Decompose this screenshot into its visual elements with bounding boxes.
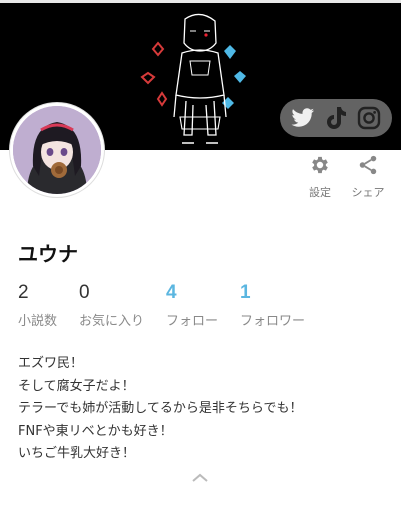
avatar[interactable]: [10, 103, 104, 197]
stat-following-value: 4: [166, 282, 177, 303]
banner-border: [0, 0, 401, 3]
tiktok-icon[interactable]: [323, 105, 349, 131]
share-label: シェア: [351, 186, 385, 199]
profile-name: ユウナ: [18, 242, 78, 266]
stat-novels-value: 2: [18, 282, 29, 303]
bio-line: エズワ民！: [18, 356, 84, 371]
gear-icon: [300, 152, 340, 178]
banner-illustration: [140, 13, 246, 144]
avatar-image: [13, 106, 101, 194]
stat-followers[interactable]: 1 フォロワー: [240, 282, 305, 329]
settings-label: 設定: [309, 186, 331, 199]
share-button[interactable]: シェア: [348, 152, 388, 200]
bio-line: いちご牛乳大好き！: [18, 446, 136, 461]
stat-following-label: フォロー: [166, 314, 219, 329]
stat-favorites-label: お気に入り: [79, 314, 145, 329]
share-icon: [348, 152, 388, 178]
collapse-bio-button[interactable]: [190, 470, 210, 484]
social-links: [280, 99, 392, 137]
settings-button[interactable]: 設定: [300, 152, 340, 200]
twitter-icon[interactable]: [290, 105, 316, 131]
stat-favorites[interactable]: 0 お気に入り: [79, 282, 144, 329]
bio-line: テラーでも姉が活動してるから是非そちらでも！: [18, 401, 303, 416]
stat-novels[interactable]: 2 小説数: [18, 282, 57, 329]
stat-following[interactable]: 4 フォロー: [166, 282, 218, 329]
stat-followers-value: 1: [240, 282, 251, 303]
chevron-up-icon: [192, 473, 208, 482]
bio-line: FNFや東リベとかも好き！: [18, 423, 173, 439]
bio-line: そして腐女子だよ！: [18, 378, 135, 394]
profile-bio: エズワ民！ そして腐女子だよ！ テラーでも姉が活動してるから是非そちらでも！ F…: [18, 353, 302, 466]
stat-novels-label: 小説数: [18, 314, 58, 329]
stat-favorites-value: 0: [79, 282, 90, 303]
stat-followers-label: フォロワー: [240, 314, 306, 329]
instagram-icon[interactable]: [356, 105, 382, 131]
